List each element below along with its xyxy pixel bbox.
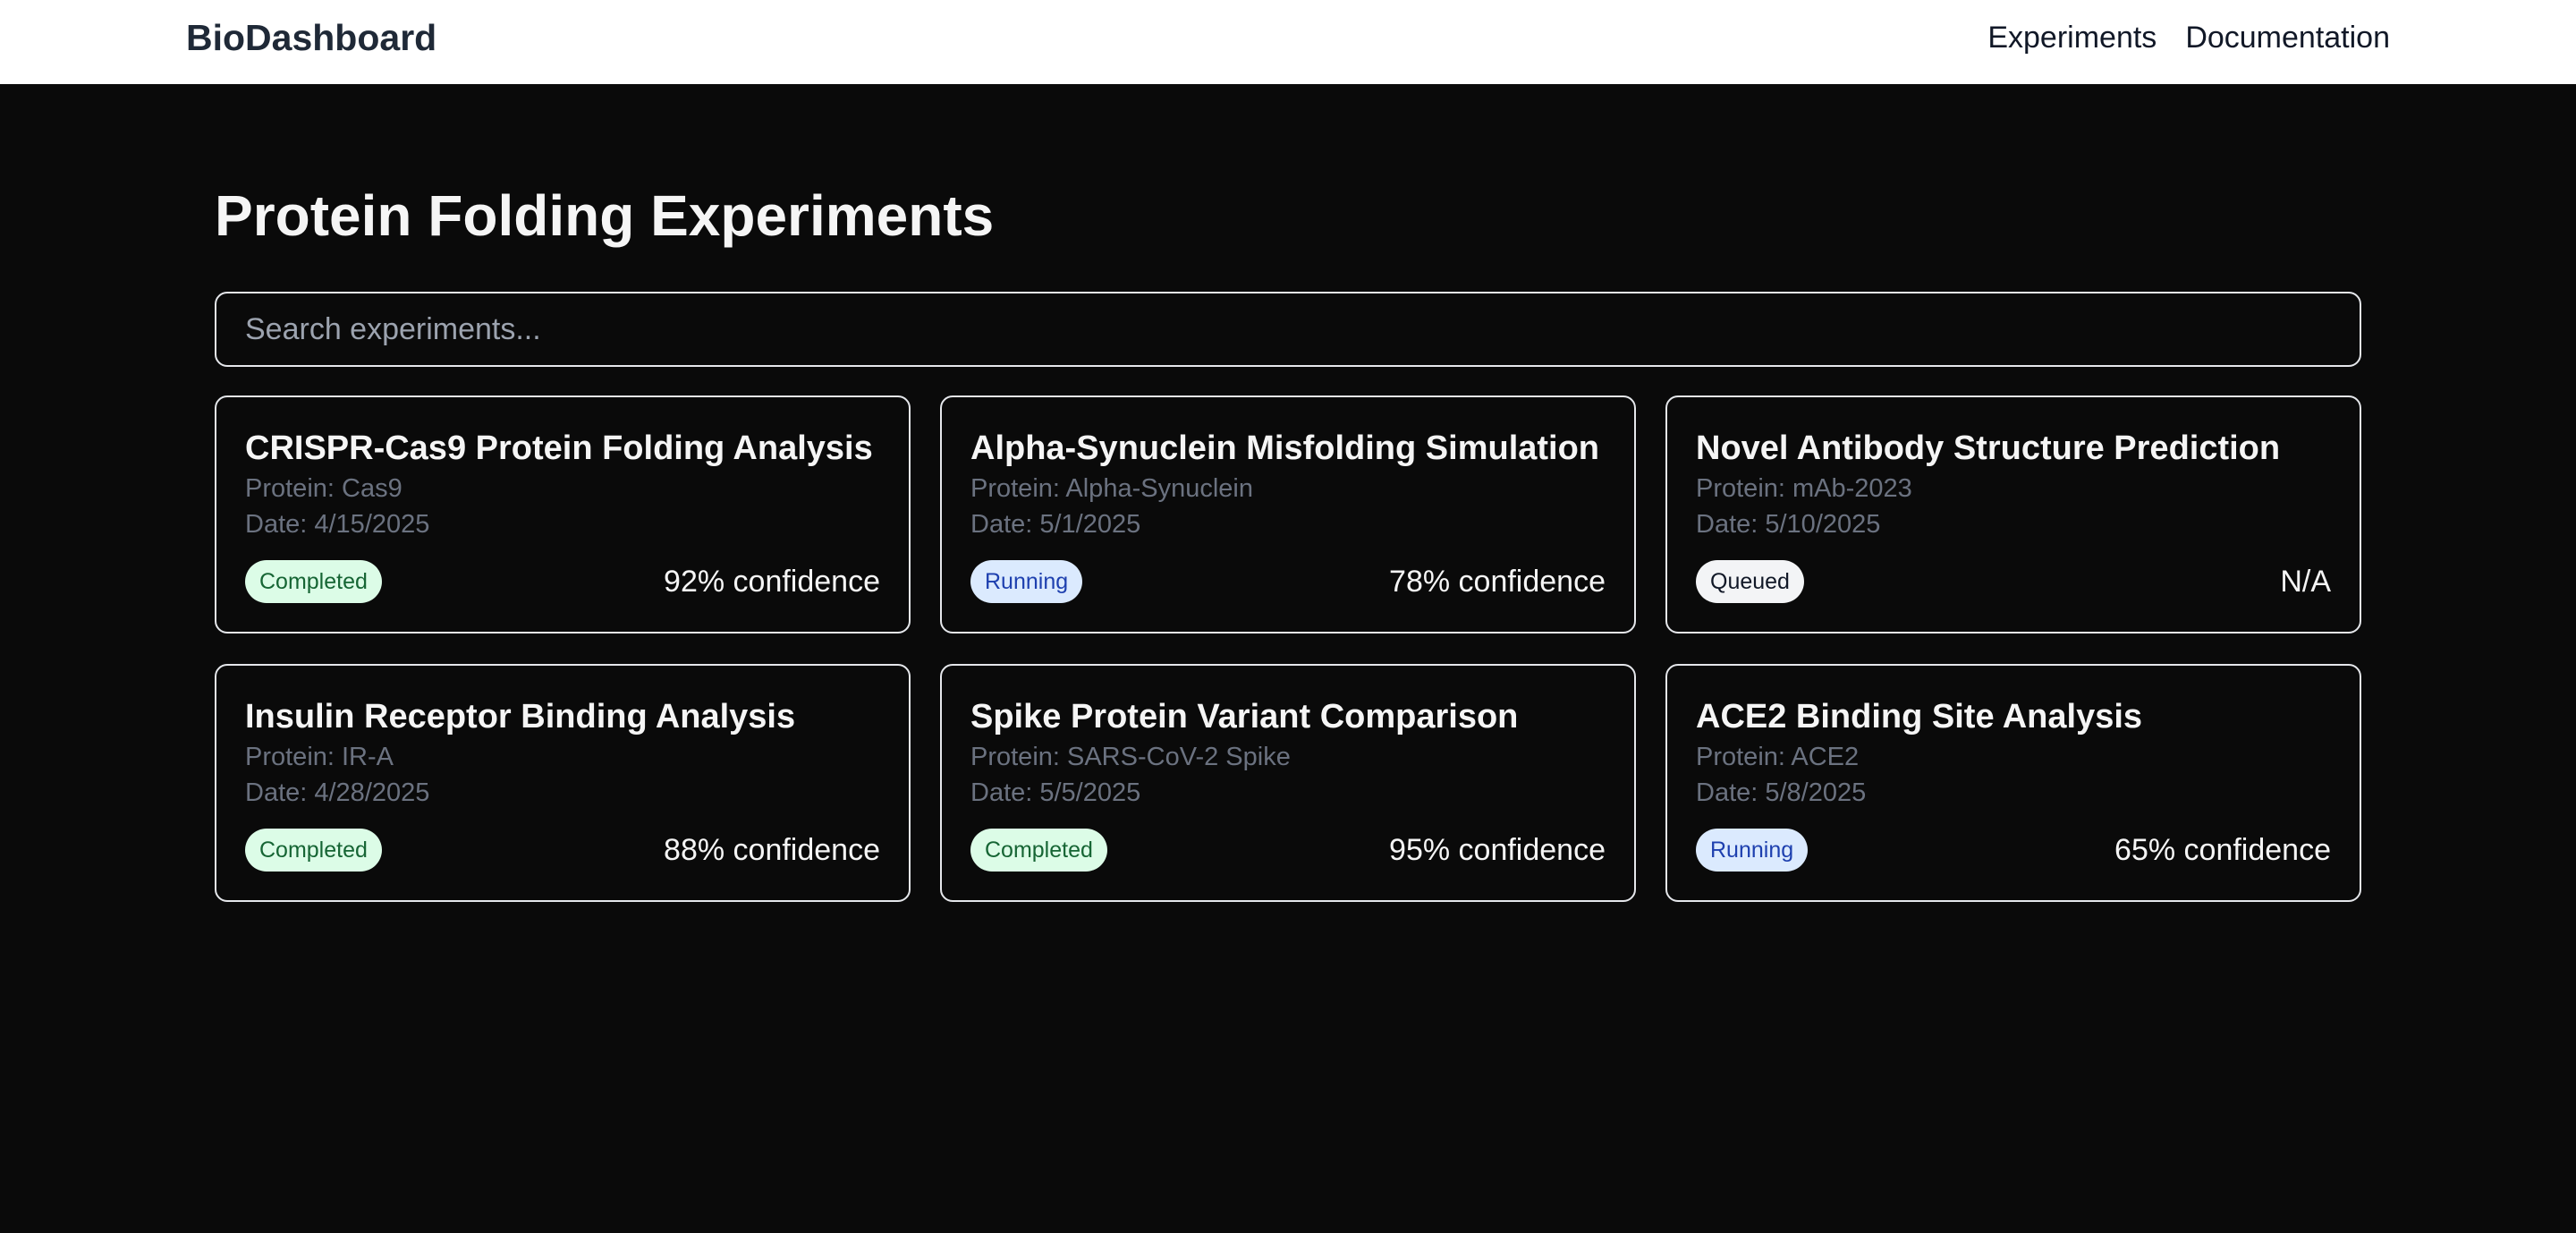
- experiment-date: Date: 5/8/2025: [1696, 778, 1867, 807]
- experiment-title: ACE2 Binding Site Analysis: [1696, 698, 2143, 736]
- experiment-date: Date: 4/28/2025: [245, 778, 430, 807]
- experiment-title: Alpha-Synuclein Misfolding Simulation: [970, 429, 1600, 467]
- experiment-protein: Protein: IR-A: [245, 743, 394, 771]
- experiment-title: Novel Antibody Structure Prediction: [1696, 429, 2281, 467]
- experiment-card[interactable]: Insulin Receptor Binding Analysis Protei…: [215, 664, 911, 902]
- confidence-value: 92% confidence: [664, 564, 880, 599]
- status-badge: Queued: [1696, 560, 1804, 603]
- status-badge: Running: [970, 560, 1083, 603]
- experiment-card[interactable]: ACE2 Binding Site Analysis Protein: ACE2…: [1665, 664, 2361, 902]
- experiment-grid: CRISPR-Cas9 Protein Folding Analysis Pro…: [215, 395, 2361, 902]
- confidence-value: 65% confidence: [2114, 832, 2331, 867]
- search-input[interactable]: [215, 292, 2361, 367]
- status-badge: Running: [1696, 829, 1809, 872]
- experiment-title: Spike Protein Variant Comparison: [970, 698, 1519, 736]
- nav-link-documentation[interactable]: Documentation: [2185, 21, 2390, 55]
- experiment-card[interactable]: Spike Protein Variant Comparison Protein…: [940, 664, 1636, 902]
- experiment-protein: Protein: Alpha-Synuclein: [970, 474, 1253, 503]
- confidence-value: N/A: [2280, 564, 2331, 599]
- status-badge: Completed: [245, 829, 382, 872]
- experiment-date: Date: 5/10/2025: [1696, 510, 1881, 539]
- confidence-value: 95% confidence: [1389, 832, 1606, 867]
- experiment-protein: Protein: ACE2: [1696, 743, 1860, 771]
- experiment-date: Date: 5/5/2025: [970, 778, 1141, 807]
- experiment-title: Insulin Receptor Binding Analysis: [245, 698, 796, 736]
- top-navigation-bar: BioDashboard Experiments Documentation: [0, 0, 2576, 84]
- experiment-card[interactable]: Novel Antibody Structure Prediction Prot…: [1665, 395, 2361, 634]
- confidence-value: 88% confidence: [664, 832, 880, 867]
- experiment-card[interactable]: Alpha-Synuclein Misfolding Simulation Pr…: [940, 395, 1636, 634]
- experiment-date: Date: 5/1/2025: [970, 510, 1141, 539]
- experiment-card[interactable]: CRISPR-Cas9 Protein Folding Analysis Pro…: [215, 395, 911, 634]
- nav-links: Experiments Documentation: [1987, 0, 2390, 75]
- experiment-protein: Protein: SARS-CoV-2 Spike: [970, 743, 1291, 771]
- status-badge: Completed: [970, 829, 1107, 872]
- experiment-title: CRISPR-Cas9 Protein Folding Analysis: [245, 429, 873, 467]
- nav-link-experiments[interactable]: Experiments: [1987, 21, 2157, 55]
- experiment-protein: Protein: mAb-2023: [1696, 474, 1912, 503]
- brand-logo-text[interactable]: BioDashboard: [186, 0, 436, 75]
- experiment-protein: Protein: Cas9: [245, 474, 402, 503]
- page-title: Protein Folding Experiments: [215, 183, 995, 248]
- status-badge: Completed: [245, 560, 382, 603]
- confidence-value: 78% confidence: [1389, 564, 1606, 599]
- experiment-date: Date: 4/15/2025: [245, 510, 430, 539]
